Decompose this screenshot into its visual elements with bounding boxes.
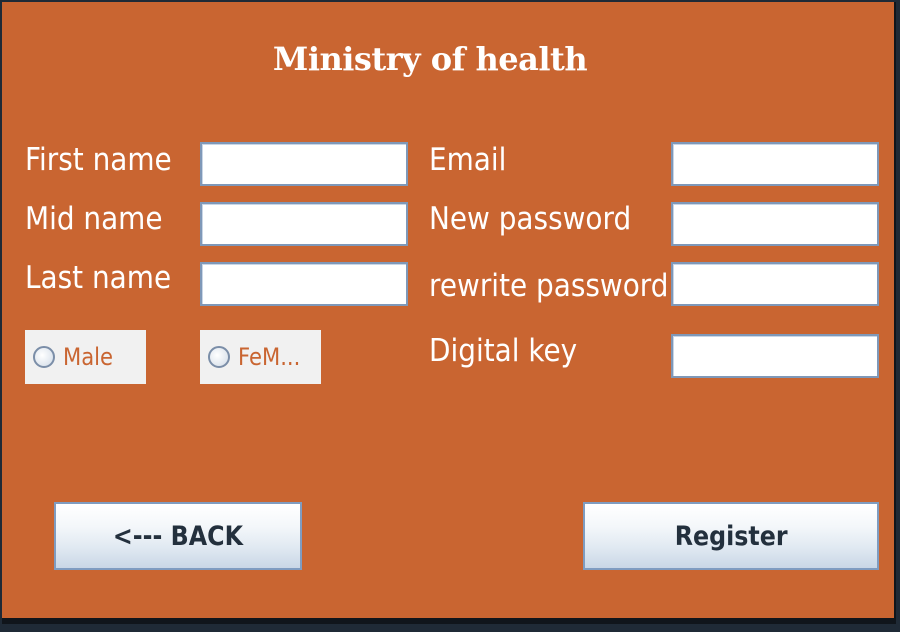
male-radio-button[interactable]: Male	[25, 330, 146, 384]
first-name-field[interactable]	[200, 142, 408, 186]
radio-circle-icon	[33, 346, 55, 368]
email-field[interactable]	[671, 142, 879, 186]
male-radio-label: Male	[63, 343, 114, 371]
rewrite-password-field[interactable]	[671, 262, 879, 306]
page-title: Ministry of health	[272, 40, 588, 78]
first-name-label: First name	[25, 142, 172, 178]
back-button-label: <--- BACK	[112, 520, 244, 552]
registration-window: Ministry of health First name Mid name L…	[2, 2, 896, 624]
email-label: Email	[429, 142, 507, 178]
back-button[interactable]: <--- BACK	[54, 502, 302, 570]
new-password-label: New password	[429, 201, 632, 237]
mid-name-field[interactable]	[200, 202, 408, 246]
new-password-field[interactable]	[671, 202, 879, 246]
radio-circle-icon	[208, 346, 230, 368]
female-radio-button[interactable]: FeM...	[200, 330, 321, 384]
female-radio-label: FeM...	[238, 343, 301, 371]
last-name-label: Last name	[25, 260, 172, 296]
digital-key-field[interactable]	[671, 334, 879, 378]
last-name-field[interactable]	[200, 262, 408, 306]
digital-key-label: Digital key	[429, 333, 578, 369]
register-button-label: Register	[674, 520, 788, 552]
register-button[interactable]: Register	[583, 502, 879, 570]
rewrite-password-label: rewrite password	[429, 268, 669, 304]
mid-name-label: Mid name	[25, 201, 163, 237]
